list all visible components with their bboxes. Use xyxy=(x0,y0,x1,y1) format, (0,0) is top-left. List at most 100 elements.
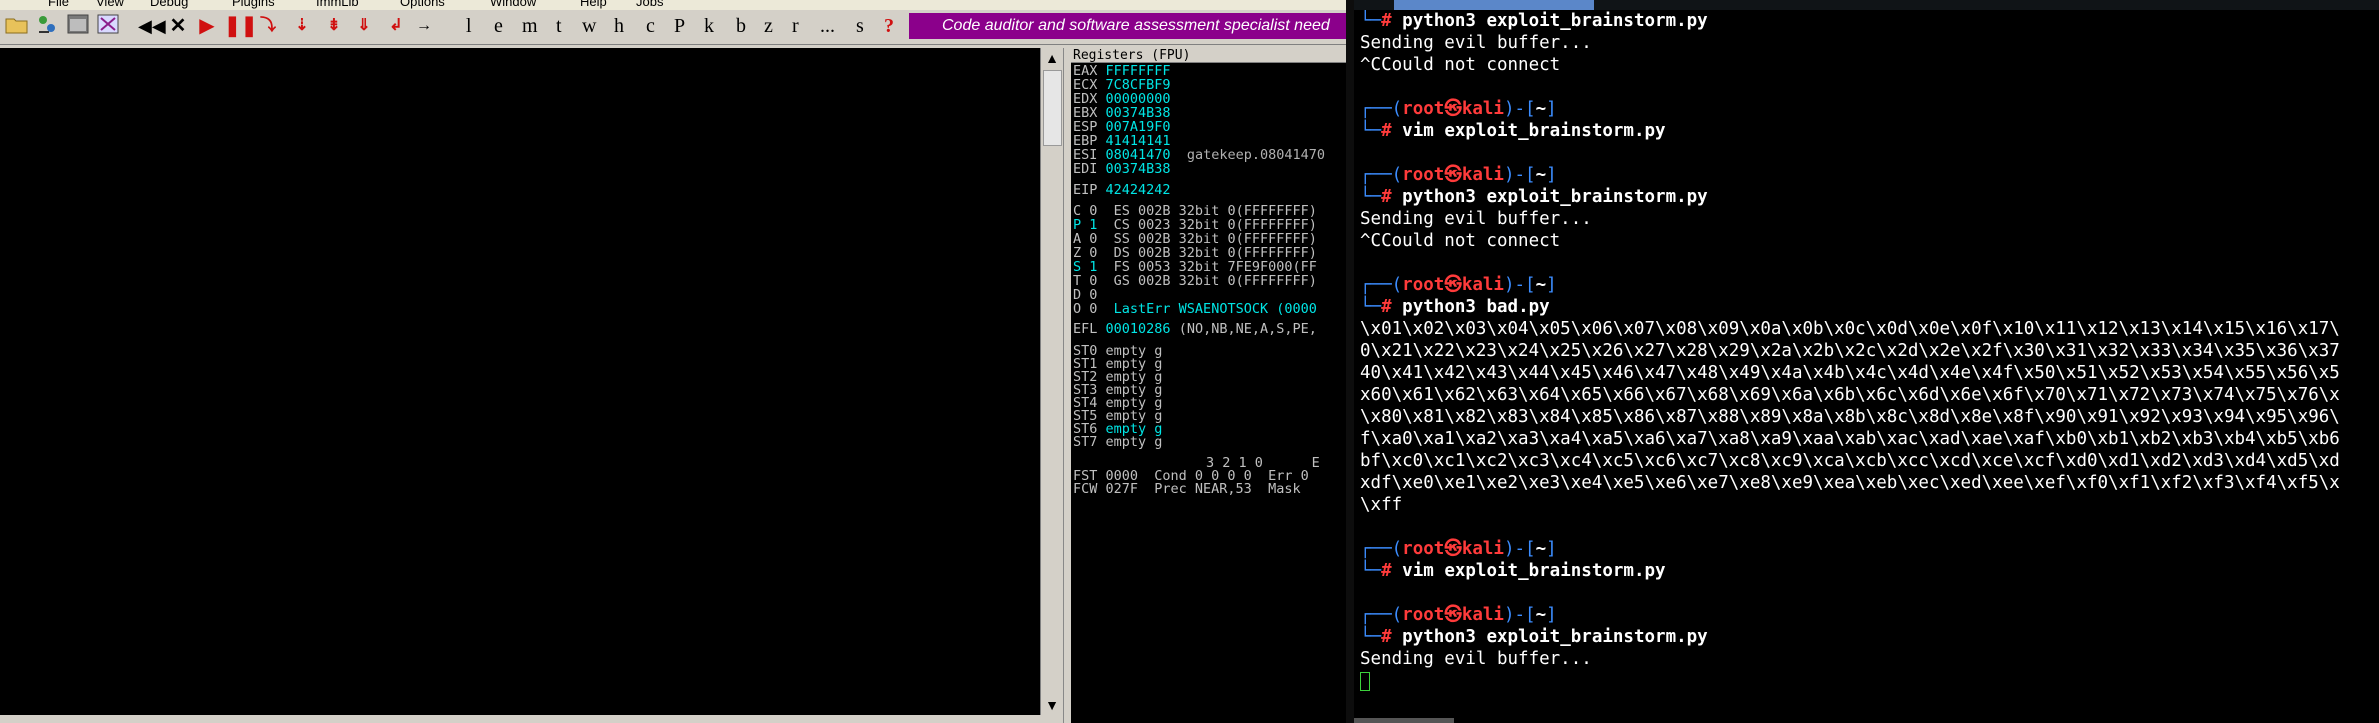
command-line: └─# vim exploit_brainstorm.py xyxy=(1360,121,1666,141)
terminal-window[interactable]: └─# python3 exploit_brainstorm.py Sending… xyxy=(1354,10,2379,723)
prompt-user: root xyxy=(1402,99,1445,119)
eip-row[interactable]: EIP 42424242 xyxy=(1073,182,1171,198)
restart-icon[interactable] xyxy=(34,14,60,38)
register-value: 00374B38 xyxy=(1105,161,1171,177)
eip-value: 42424242 xyxy=(1105,182,1171,198)
menu-help[interactable]: Help xyxy=(580,0,607,9)
prompt-host: kali xyxy=(1461,99,1504,119)
command-line: └─# python3 exploit_brainstorm.py xyxy=(1360,187,1708,207)
toolbar-memory-button[interactable]: m xyxy=(522,14,538,38)
rewind-icon[interactable]: ◀◀ xyxy=(138,14,166,38)
toolbar-z-button[interactable]: z xyxy=(764,14,773,38)
menu-options[interactable]: Options xyxy=(400,0,445,9)
efl-value: 00010286 xyxy=(1105,321,1171,337)
open-folder-icon[interactable] xyxy=(4,14,30,38)
prompt-user: root xyxy=(1402,165,1445,185)
prompt-user: root xyxy=(1402,539,1445,559)
close-icon[interactable]: ✕ xyxy=(168,14,188,38)
output-line: 40\x41\x42\x43\x44\x45\x46\x47\x48\x49\x… xyxy=(1360,363,2340,383)
register-comment: gatekeep.08041470 xyxy=(1186,147,1325,163)
toolbar-cpu-button[interactable]: c xyxy=(646,14,655,38)
scroll-up-icon[interactable]: ▲ xyxy=(1041,48,1063,68)
pause-icon[interactable]: ❚❚ xyxy=(224,14,258,38)
text-cursor[interactable] xyxy=(1360,671,1370,691)
toolbar-help-button[interactable]: ? xyxy=(884,14,894,38)
terminal-tab[interactable] xyxy=(1394,0,1594,10)
toolbar-executable-modules-button[interactable]: e xyxy=(494,14,503,38)
toolbar-call-stack-button[interactable]: k xyxy=(704,14,714,38)
pane-splitter[interactable] xyxy=(1063,48,1071,723)
prompt-at: ㉿ xyxy=(1444,275,1462,295)
command-text: python3 exploit_brainstorm.py xyxy=(1402,627,1708,647)
toolbar-references-button[interactable]: r xyxy=(792,14,799,38)
run-icon[interactable]: ▶ xyxy=(198,14,216,38)
command-line: └─# python3 exploit_brainstorm.py xyxy=(1360,11,1708,31)
go-to-icon[interactable]: → xyxy=(412,14,436,38)
menu-debug[interactable]: Debug xyxy=(150,0,188,9)
prompt-at: ㉿ xyxy=(1444,605,1462,625)
command-line: └─# vim exploit_brainstorm.py xyxy=(1360,561,1666,581)
toolbar-patches-button[interactable]: P xyxy=(674,14,685,38)
scroll-thumb[interactable] xyxy=(1043,70,1062,146)
last-error: LastErr WSAENOTSOCK (0000 xyxy=(1113,301,1317,317)
flag-label: O 0 xyxy=(1073,301,1098,317)
execute-till-return-icon[interactable]: ↲ xyxy=(384,14,408,38)
window-divider[interactable] xyxy=(1346,0,1354,723)
disassembly-pane[interactable] xyxy=(0,48,1040,715)
flag-row[interactable]: O 0 LastErr WSAENOTSOCK (0000 xyxy=(1073,301,1317,317)
prompt-line: ┌──(root㉿kali)-[~] xyxy=(1360,275,1557,295)
toolbar-breakpoints-button[interactable]: b xyxy=(736,14,746,38)
prompt-user: root xyxy=(1402,275,1445,295)
prompt-line: ┌──(root㉿kali)-[~] xyxy=(1360,605,1557,625)
command-line: └─# python3 bad.py xyxy=(1360,297,1550,317)
fcw-row[interactable]: FCW 027F Prec NEAR,53 Mask xyxy=(1073,482,1301,497)
toolbar-handles-button[interactable]: h xyxy=(614,14,624,38)
prompt-dir: ~ xyxy=(1535,275,1547,295)
fpu-value: empty g xyxy=(1105,434,1163,450)
output-line: ^CCould not connect xyxy=(1360,231,1561,251)
output-line: x60\x61\x62\x63\x64\x65\x66\x67\x68\x69\… xyxy=(1360,385,2340,405)
toolbar-threads-button[interactable]: t xyxy=(556,14,562,38)
output-line: xdf\xe0\xe1\xe2\xe3\xe4\xe5\xe6\xe7\xe8\… xyxy=(1360,473,2340,493)
trace-into-icon[interactable]: ⇟ xyxy=(322,14,346,38)
output-line: Sending evil buffer... xyxy=(1360,649,1592,669)
efl-row[interactable]: EFL 00010286 (NO,NB,NE,A,S,PE, xyxy=(1073,321,1317,337)
output-line: bf\xc0\xc1\xc2\xc3\xc4\xc5\xc6\xc7\xc8\x… xyxy=(1360,451,2340,471)
segment-info: GS 002B 32bit 0(FFFFFFFF) xyxy=(1113,273,1317,289)
register-row[interactable]: EDI 00374B38 xyxy=(1073,161,1171,177)
prompt-host: kali xyxy=(1461,275,1504,295)
prompt-user: root xyxy=(1402,605,1445,625)
output-line: \x01\x02\x03\x04\x05\x06\x07\x08\x09\x0a… xyxy=(1360,319,2340,339)
registers-title: Registers (FPU) xyxy=(1071,48,1346,63)
command-text: vim exploit_brainstorm.py xyxy=(1402,121,1666,141)
registers-pane[interactable]: Registers (FPU) EAX FFFFFFFF ECX 7C8CFBF… xyxy=(1071,48,1346,723)
toolbar-log-button[interactable]: l xyxy=(466,14,472,38)
command-text: vim exploit_brainstorm.py xyxy=(1402,561,1666,581)
trace-over-icon[interactable]: ⇓ xyxy=(352,14,376,38)
menu-window[interactable]: Window xyxy=(490,0,536,9)
menu-plugins[interactable]: Plugins xyxy=(232,0,275,9)
attach-icon[interactable] xyxy=(96,14,120,38)
command-text: python3 exploit_brainstorm.py xyxy=(1402,187,1708,207)
menu-jobs[interactable]: Jobs xyxy=(636,0,663,9)
toolbar-source-button[interactable]: s xyxy=(856,14,864,38)
terminal-scrollbar[interactable] xyxy=(1354,718,1454,723)
toolbar-run-trace-button[interactable]: ... xyxy=(820,14,835,38)
toolbar-windows-button[interactable]: w xyxy=(582,14,596,38)
close-window-icon[interactable] xyxy=(66,14,90,38)
prompt-dir: ~ xyxy=(1535,99,1547,119)
disassembly-scrollbar[interactable]: ▲ ▼ xyxy=(1040,48,1063,715)
terminal-tabbar xyxy=(1354,0,2379,10)
banner-ad[interactable]: Code auditor and software assessment spe… xyxy=(909,13,1346,39)
output-line: f\xa0\xa1\xa2\xa3\xa4\xa5\xa6\xa7\xa8\xa… xyxy=(1360,429,2340,449)
step-into-icon[interactable]: ⤵ xyxy=(256,14,280,38)
output-line: Sending evil buffer... xyxy=(1360,209,1592,229)
menu-file[interactable]: File xyxy=(48,0,69,9)
menu-immlib[interactable]: ImmLib xyxy=(316,0,359,9)
scroll-down-icon[interactable]: ▼ xyxy=(1041,695,1063,715)
step-over-icon[interactable]: ⇣ xyxy=(290,14,314,38)
prompt-line: ┌──(root㉿kali)-[~] xyxy=(1360,165,1557,185)
fpu-row[interactable]: ST7 empty g xyxy=(1073,434,1163,450)
command-text: python3 bad.py xyxy=(1402,297,1550,317)
menu-view[interactable]: View xyxy=(96,0,124,9)
